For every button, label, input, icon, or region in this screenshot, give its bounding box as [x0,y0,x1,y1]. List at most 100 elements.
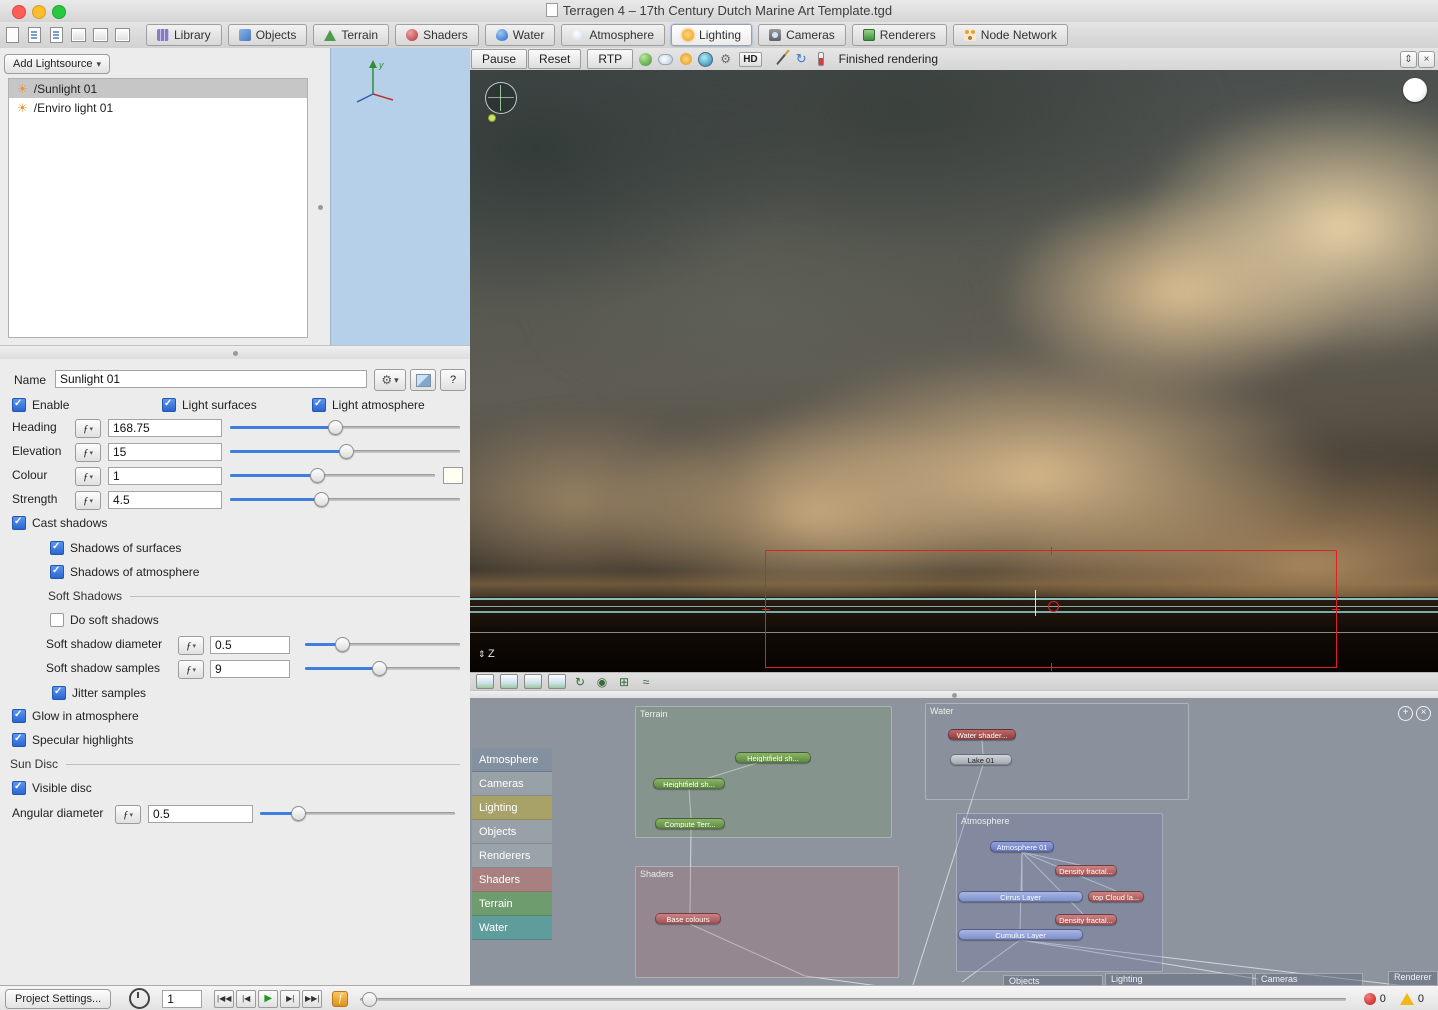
hd-button[interactable]: HD [739,51,762,67]
frame-number-input[interactable] [162,989,203,1008]
exposure-button[interactable] [814,52,829,67]
layout-grid-button[interactable] [112,25,132,45]
node-heightfield-shader[interactable]: Heightfield sh... [735,752,811,763]
reset-view-icon[interactable]: ↻ [572,675,588,689]
tab-library[interactable]: Library [146,24,222,46]
do-soft-shadows-checkbox[interactable]: Do soft shadows [50,612,159,628]
open-project-button[interactable] [24,25,44,45]
layout-split-button[interactable] [90,25,110,45]
node-heightfield-shader-2[interactable]: Heightfield sh... [653,778,725,789]
angular-diameter-input[interactable] [148,805,253,823]
warning-indicator-icon[interactable] [1399,992,1414,1005]
slider-thumb[interactable] [313,492,329,507]
node-cirrus-layer[interactable]: Cirrus Layer [958,891,1083,902]
new-project-button[interactable] [2,25,22,45]
pick-tool-button[interactable] [774,52,789,67]
cast-shadows-checkbox[interactable]: Cast shadows [12,515,107,531]
step-back-button[interactable]: |◀ [236,989,257,1008]
project-settings-button[interactable]: Project Settings... [5,988,112,1009]
render-sun-button[interactable] [678,52,693,67]
visibility-icon[interactable]: ◉ [594,675,610,689]
specular-highlights-checkbox[interactable]: Specular highlights [12,732,133,748]
colour-input[interactable] [108,467,222,485]
elevation-fx-button[interactable]: ƒ [75,443,101,462]
preview-button[interactable] [410,369,436,391]
tab-node-network[interactable]: Node Network [952,24,1068,46]
group-cameras[interactable]: Cameras [1255,973,1363,985]
enable-checkbox[interactable]: Enable [12,397,69,413]
shadows-of-surfaces-checkbox[interactable]: Shadows of surfaces [50,540,181,556]
fit-view-icon[interactable]: ⊞ [616,675,632,689]
slider-thumb[interactable] [362,991,378,1007]
help-button[interactable]: ? [440,369,466,391]
go-to-end-button[interactable]: ▶▶| [302,989,323,1008]
step-forward-button[interactable]: ▶| [280,989,301,1008]
strength-fx-button[interactable]: ƒ [75,491,101,510]
name-input[interactable] [55,370,367,388]
render-viewport[interactable]: Z [470,70,1438,672]
soft-shadow-diameter-input[interactable] [210,636,290,654]
clock-icon[interactable] [129,988,151,1009]
render-sphere-button[interactable] [638,52,653,67]
colour-slider[interactable] [230,468,435,483]
group-lighting[interactable]: Lighting [1105,973,1253,985]
timeline-slider[interactable] [360,991,1346,1007]
slider-thumb[interactable] [339,444,354,459]
heading-fx-button[interactable]: ƒ [75,419,101,438]
node-top-cloud-layer[interactable]: top Cloud la... [1088,891,1144,902]
render-globe-button[interactable] [698,51,714,67]
camera-orientation-gizmo[interactable] [485,82,517,114]
tab-objects[interactable]: Objects [227,24,308,46]
close-panel-button[interactable]: × [1418,51,1435,68]
node-water-shader[interactable]: Water shader... [948,729,1016,740]
error-indicator-icon[interactable] [1363,992,1376,1005]
list-item-enviro-light[interactable]: /Enviro light 01 [9,98,307,117]
node-compute-terrain[interactable]: Compute Terr... [655,818,725,829]
node-base-colours[interactable]: Base colours [655,913,721,924]
soft-shadow-diameter-fx-button[interactable]: ƒ [178,636,204,655]
gear-menu-button[interactable] [374,369,406,391]
tab-terrain[interactable]: Terrain [313,24,390,46]
node-density-fractal-2[interactable]: Density fractal... [1055,914,1117,925]
pause-button[interactable]: Pause [471,49,528,69]
save-image-icon[interactable] [500,674,518,689]
vertical-splitter[interactable] [314,78,326,336]
copy-image-icon[interactable] [476,674,494,689]
node-density-fractal-1[interactable]: Density fractal... [1055,865,1117,876]
tab-shaders[interactable]: Shaders [395,24,479,46]
node-cumulus-layer[interactable]: Cumulus Layer [958,929,1083,940]
tab-water[interactable]: Water [484,24,556,46]
rtp-button[interactable]: RTP [587,49,634,69]
shadows-of-atmosphere-checkbox[interactable]: Shadows of atmosphere [50,564,199,580]
slider-thumb[interactable] [291,806,307,821]
tab-renderers[interactable]: Renderers [851,24,947,46]
tab-lighting[interactable]: Lighting [671,24,753,46]
group-renderer[interactable]: Renderer [1388,971,1438,985]
slider-thumb[interactable] [310,468,326,483]
go-to-start-button[interactable]: |◀◀ [214,989,235,1008]
heading-slider[interactable] [230,420,460,435]
glow-in-atmosphere-checkbox[interactable]: Glow in atmosphere [12,708,139,724]
render-settings-button[interactable] [718,52,733,67]
refresh-render-button[interactable] [794,52,809,67]
frame-auto-icon[interactable]: f [332,990,349,1007]
node-network-panel[interactable]: + × Atmosphere Cameras Lighting Objects … [470,698,1438,985]
node-atmosphere-01[interactable]: Atmosphere 01 [990,841,1054,852]
elevation-slider[interactable] [230,444,460,459]
slider-thumb[interactable] [334,637,350,652]
render-cloud-button[interactable] [658,52,674,67]
light-surfaces-checkbox[interactable]: Light surfaces [162,397,257,413]
slider-thumb[interactable] [371,661,387,676]
save-image-2-icon[interactable] [548,674,566,689]
elevation-input[interactable] [108,443,222,461]
tab-cameras[interactable]: Cameras [758,24,846,46]
navigation-ball[interactable] [1403,78,1427,102]
angular-diameter-fx-button[interactable]: ƒ [115,805,141,824]
strength-input[interactable] [108,491,222,509]
tab-atmosphere[interactable]: Atmosphere [561,24,666,46]
layout-single-button[interactable] [68,25,88,45]
group-objects[interactable]: Objects [1003,975,1103,985]
light-atmosphere-checkbox[interactable]: Light atmosphere [312,397,425,413]
add-lightsource-button[interactable]: Add Lightsource [4,54,111,74]
group-water[interactable]: Water [925,703,1189,800]
